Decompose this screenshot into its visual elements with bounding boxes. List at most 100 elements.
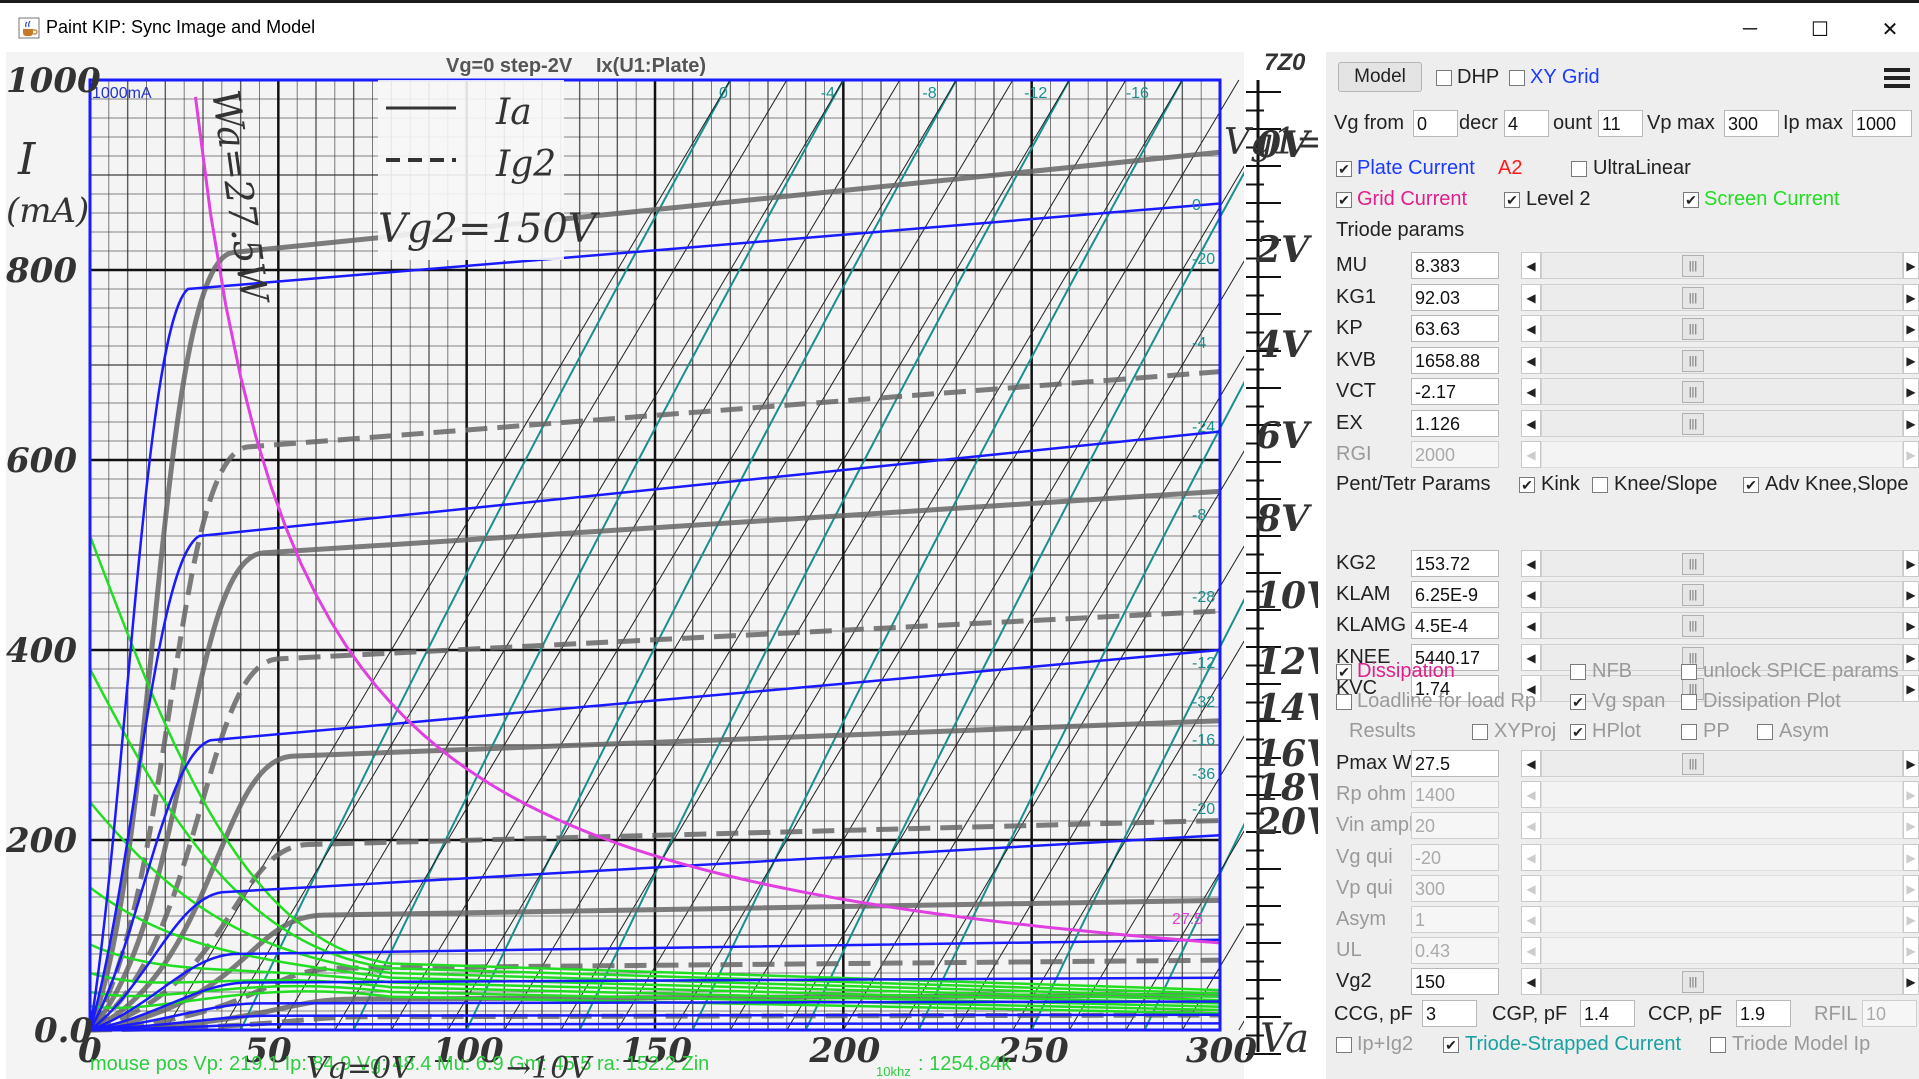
- slider-thumb[interactable]: |||: [1682, 349, 1704, 372]
- slider-right-arrow-icon[interactable]: ▶: [1903, 674, 1919, 702]
- param-slider[interactable]: ◀ ▶: [1521, 441, 1919, 468]
- plot-canvas[interactable]: Ia Ig2 Vg2=150V Vg=0 step-2V Ix(U1:Plate…: [6, 52, 1318, 1079]
- slider-track[interactable]: [1541, 937, 1903, 965]
- slider-right-arrow-icon[interactable]: ▶: [1903, 906, 1919, 933]
- param-value-field[interactable]: 153.72: [1411, 550, 1499, 577]
- triode-model-ip-checkbox[interactable]: [1710, 1037, 1726, 1053]
- param-slider[interactable]: ◀ ||| ▶: [1521, 283, 1919, 311]
- param-slider[interactable]: ◀ ||| ▶: [1521, 968, 1919, 996]
- slider-left-arrow-icon[interactable]: ◀: [1521, 441, 1541, 468]
- param-value-field[interactable]: 20: [1411, 812, 1499, 840]
- slider-thumb[interactable]: |||: [1682, 381, 1704, 403]
- ccp-field[interactable]: 1.9: [1736, 1000, 1791, 1027]
- param-slider[interactable]: ◀ ▶: [1521, 906, 1919, 933]
- slider-track[interactable]: [1541, 874, 1903, 902]
- dhp-checkbox[interactable]: [1436, 70, 1452, 86]
- slider-thumb[interactable]: |||: [1682, 753, 1704, 775]
- param-value-field[interactable]: 1658.88: [1411, 346, 1499, 374]
- param-slider[interactable]: ◀ ||| ▶: [1521, 252, 1919, 279]
- slider-right-arrow-icon[interactable]: ▶: [1903, 968, 1919, 996]
- param-slider[interactable]: ◀ ||| ▶: [1521, 581, 1919, 609]
- unlock-spice-checkbox[interactable]: [1681, 664, 1697, 680]
- param-slider[interactable]: ◀ ||| ▶: [1521, 378, 1919, 405]
- slider-track[interactable]: |||: [1541, 346, 1903, 374]
- slider-right-arrow-icon[interactable]: ▶: [1903, 581, 1919, 609]
- vp-max-field[interactable]: 300: [1724, 110, 1779, 137]
- slider-right-arrow-icon[interactable]: ▶: [1903, 781, 1919, 809]
- hplot-checkbox[interactable]: ✔: [1570, 724, 1586, 740]
- slider-thumb[interactable]: |||: [1682, 971, 1704, 994]
- pp-checkbox[interactable]: [1681, 724, 1697, 740]
- close-button[interactable]: ✕: [1860, 9, 1919, 49]
- slider-track[interactable]: |||: [1541, 750, 1903, 777]
- kink-checkbox[interactable]: ✔: [1519, 477, 1535, 493]
- slider-left-arrow-icon[interactable]: ◀: [1521, 843, 1541, 871]
- param-value-field[interactable]: 0.43: [1411, 937, 1499, 965]
- vg-from-field[interactable]: 0: [1413, 110, 1458, 137]
- level2-checkbox[interactable]: ✔: [1504, 192, 1520, 208]
- slider-left-arrow-icon[interactable]: ◀: [1521, 550, 1541, 577]
- param-slider[interactable]: ◀ ▶: [1521, 781, 1919, 809]
- grid-current-checkbox[interactable]: ✔: [1336, 192, 1352, 208]
- param-slider[interactable]: ◀ ▶: [1521, 874, 1919, 902]
- slider-right-arrow-icon[interactable]: ▶: [1903, 643, 1919, 671]
- param-slider[interactable]: ◀ ||| ▶: [1521, 612, 1919, 640]
- knee-slope-checkbox[interactable]: [1592, 477, 1608, 493]
- slider-right-arrow-icon[interactable]: ▶: [1903, 937, 1919, 965]
- slider-left-arrow-icon[interactable]: ◀: [1521, 346, 1541, 374]
- slider-track[interactable]: |||: [1541, 378, 1903, 405]
- triode-strapped-checkbox[interactable]: ✔: [1443, 1037, 1459, 1053]
- param-value-field[interactable]: 4.5E-4: [1411, 612, 1499, 640]
- slider-left-arrow-icon[interactable]: ◀: [1521, 252, 1541, 279]
- xyproj-checkbox[interactable]: [1472, 724, 1488, 740]
- slider-left-arrow-icon[interactable]: ◀: [1521, 283, 1541, 311]
- slider-thumb[interactable]: |||: [1682, 318, 1704, 340]
- slider-thumb[interactable]: |||: [1682, 615, 1704, 638]
- slider-thumb[interactable]: |||: [1682, 255, 1704, 277]
- slider-track[interactable]: [1541, 843, 1903, 871]
- slider-thumb[interactable]: |||: [1682, 286, 1704, 309]
- slider-track[interactable]: |||: [1541, 550, 1903, 577]
- slider-track[interactable]: [1541, 441, 1903, 468]
- slider-left-arrow-icon[interactable]: ◀: [1521, 581, 1541, 609]
- slider-left-arrow-icon[interactable]: ◀: [1521, 378, 1541, 405]
- plate-current-checkbox[interactable]: ✔: [1336, 161, 1352, 177]
- slider-track[interactable]: |||: [1541, 968, 1903, 996]
- dissipation-plot-checkbox[interactable]: [1681, 694, 1697, 710]
- slider-right-arrow-icon[interactable]: ▶: [1903, 812, 1919, 840]
- rfil-field[interactable]: 10: [1862, 1000, 1917, 1027]
- slider-track[interactable]: |||: [1541, 315, 1903, 342]
- slider-track[interactable]: [1541, 906, 1903, 933]
- slider-left-arrow-icon[interactable]: ◀: [1521, 906, 1541, 933]
- param-value-field[interactable]: 27.5: [1411, 750, 1499, 777]
- loadline-checkbox[interactable]: [1336, 694, 1352, 710]
- slider-left-arrow-icon[interactable]: ◀: [1521, 812, 1541, 840]
- param-value-field[interactable]: 92.03: [1411, 283, 1499, 311]
- nfb-checkbox[interactable]: [1570, 664, 1586, 680]
- slider-left-arrow-icon[interactable]: ◀: [1521, 968, 1541, 996]
- minimize-button[interactable]: ─: [1720, 9, 1780, 49]
- param-slider[interactable]: ◀ ||| ▶: [1521, 315, 1919, 342]
- param-value-field[interactable]: 150: [1411, 968, 1499, 996]
- slider-left-arrow-icon[interactable]: ◀: [1521, 409, 1541, 437]
- param-value-field[interactable]: 1: [1411, 906, 1499, 933]
- slider-track[interactable]: |||: [1541, 581, 1903, 609]
- slider-left-arrow-icon[interactable]: ◀: [1521, 874, 1541, 902]
- slider-right-arrow-icon[interactable]: ▶: [1903, 346, 1919, 374]
- slider-right-arrow-icon[interactable]: ▶: [1903, 843, 1919, 871]
- slider-right-arrow-icon[interactable]: ▶: [1903, 409, 1919, 437]
- slider-left-arrow-icon[interactable]: ◀: [1521, 643, 1541, 671]
- param-value-field[interactable]: 6.25E-9: [1411, 581, 1499, 609]
- slider-track[interactable]: |||: [1541, 409, 1903, 437]
- slider-right-arrow-icon[interactable]: ▶: [1903, 378, 1919, 405]
- param-value-field[interactable]: 63.63: [1411, 315, 1499, 342]
- ccg-field[interactable]: 3: [1422, 1000, 1477, 1027]
- param-slider[interactable]: ◀ ||| ▶: [1521, 550, 1919, 577]
- param-slider[interactable]: ◀ ||| ▶: [1521, 346, 1919, 374]
- slider-left-arrow-icon[interactable]: ◀: [1521, 315, 1541, 342]
- param-slider[interactable]: ◀ ▶: [1521, 843, 1919, 871]
- slider-left-arrow-icon[interactable]: ◀: [1521, 937, 1541, 965]
- slider-right-arrow-icon[interactable]: ▶: [1903, 315, 1919, 342]
- asym-checkbox[interactable]: [1757, 724, 1773, 740]
- ultralinear-checkbox[interactable]: [1571, 161, 1587, 177]
